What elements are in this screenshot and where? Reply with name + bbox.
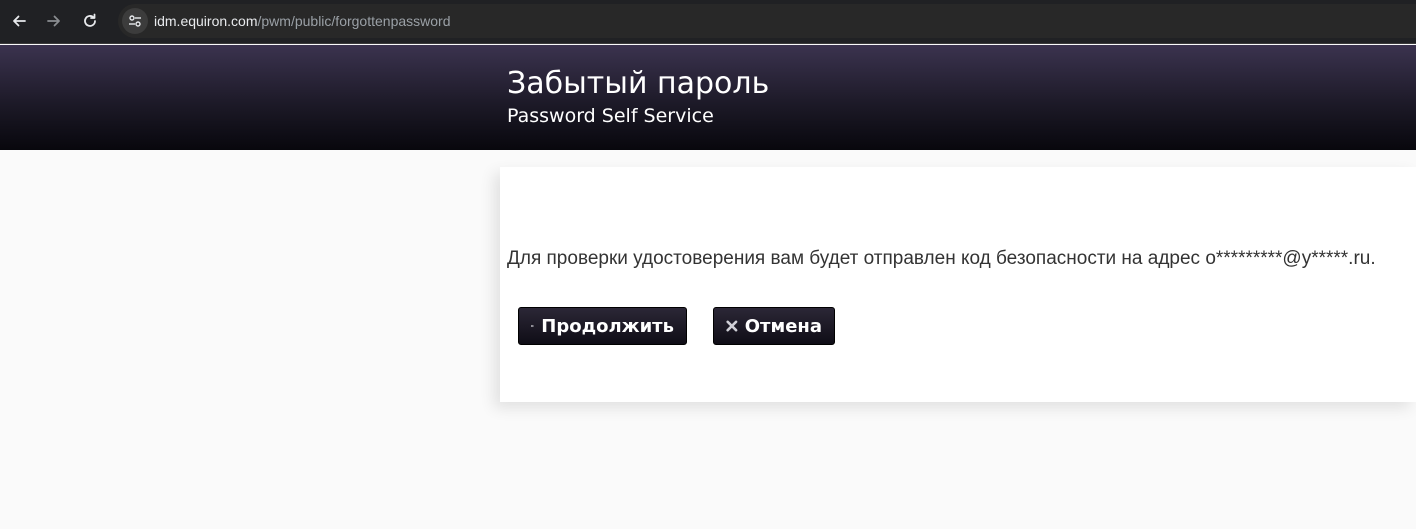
reload-icon [84,13,96,27]
cancel-button[interactable]: Отмена [713,307,835,345]
reload-button[interactable] [77,8,103,34]
address-bar[interactable]: idm.equiron.com/pwm/public/forgottenpass… [118,4,1416,38]
cancel-button-label: Отмена [744,315,822,337]
page-subtitle: Password Self Service [507,105,714,127]
content-panel: Для проверки удостоверения вам будет отп… [500,167,1416,402]
close-icon [726,320,738,332]
browser-toolbar: idm.equiron.com/pwm/public/forgottenpass… [0,0,1416,44]
continue-button[interactable]: Продолжить [518,307,687,345]
page-title: Забытый пароль [507,66,770,101]
url-path: /pwm/public/forgottenpassword [257,13,451,29]
site-info-button[interactable] [122,8,148,34]
url-host: idm.equiron.com [154,13,258,29]
back-button[interactable] [6,8,32,34]
forward-arrow-icon [47,15,60,27]
verification-message: Для проверки удостоверения вам будет отп… [507,248,1376,269]
continue-button-label: Продолжить [541,315,674,337]
back-arrow-icon [13,15,26,27]
page-header: Забытый пароль Password Self Service [0,45,1416,150]
site-info-icon [129,15,141,27]
forward-button[interactable] [41,8,67,34]
url-text[interactable]: idm.equiron.com/pwm/public/forgottenpass… [154,12,451,30]
fast-forward-icon [531,324,534,328]
